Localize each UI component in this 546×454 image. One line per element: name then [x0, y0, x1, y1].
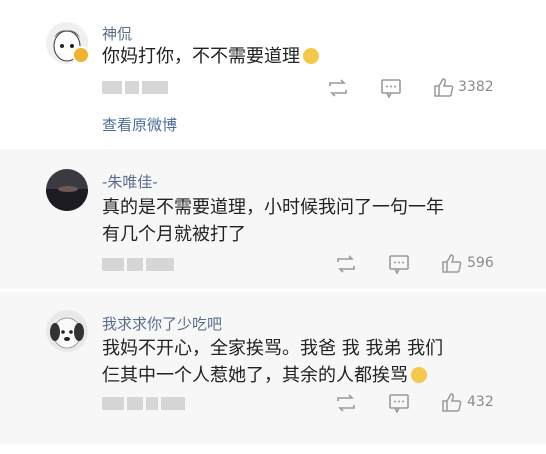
verified-icon — [72, 46, 90, 64]
original-post: 神侃 你妈打你，不不需要道理 3382 查看原微博 — [0, 0, 546, 144]
comment-text: 我妈不开心，全家挨骂。我爸 我 我弟 我们 仨其中一个人惹她了，其余的人都挨骂 — [102, 335, 443, 389]
comment-line: 有几个月就被打了 — [102, 224, 246, 245]
repost-icon[interactable] — [327, 78, 349, 98]
like-count: 3382 — [458, 79, 494, 95]
comment-text: 真的是不需要道理，小时候我问了一句一年 有几个月就被打了 — [102, 194, 444, 248]
like-count: 596 — [467, 255, 494, 271]
comment-line: 你妈打你，不不需要道理 — [102, 46, 300, 67]
like-icon[interactable] — [433, 77, 455, 97]
comment-line: 真的是不需要道理，小时候我问了一句一年 — [102, 197, 444, 218]
repost-icon[interactable] — [335, 254, 357, 274]
comment-line-row: 仨其中一个人惹她了，其余的人都挨骂 — [102, 362, 443, 389]
reply-comment: 我求求你了少吃吧 我妈不开心，全家挨骂。我爸 我 我弟 我们 仨其中一个人惹她了… — [0, 292, 546, 444]
comment-icon[interactable] — [388, 393, 410, 413]
like-count: 432 — [467, 394, 494, 410]
repost-icon[interactable] — [335, 393, 357, 413]
comment-text: 你妈打你，不不需要道理 — [102, 43, 319, 70]
timestamp-blurred — [102, 80, 174, 94]
avatar[interactable] — [46, 169, 88, 211]
reply-comment: -朱唯佳- 真的是不需要道理，小时候我问了一句一年 有几个月就被打了 596 — [0, 149, 546, 289]
view-original-link[interactable]: 查看原微博 — [102, 114, 177, 135]
emoji-icon — [303, 48, 319, 64]
avatar[interactable] — [46, 310, 88, 352]
comment-line: 我妈不开心，全家挨骂。我爸 我 我弟 我们 — [102, 338, 444, 359]
username[interactable]: 神侃 — [102, 23, 132, 44]
emoji-icon — [411, 367, 427, 383]
like-icon[interactable] — [441, 392, 463, 412]
comment-line: 仨其中一个人惹她了，其余的人都挨骂 — [102, 365, 408, 386]
timestamp-blurred — [102, 396, 188, 410]
comment-icon[interactable] — [388, 254, 410, 274]
like-icon[interactable] — [441, 253, 463, 273]
username[interactable]: -朱唯佳- — [102, 171, 158, 192]
timestamp-blurred — [102, 257, 180, 271]
username[interactable]: 我求求你了少吃吧 — [102, 313, 222, 334]
comment-icon[interactable] — [380, 78, 402, 98]
